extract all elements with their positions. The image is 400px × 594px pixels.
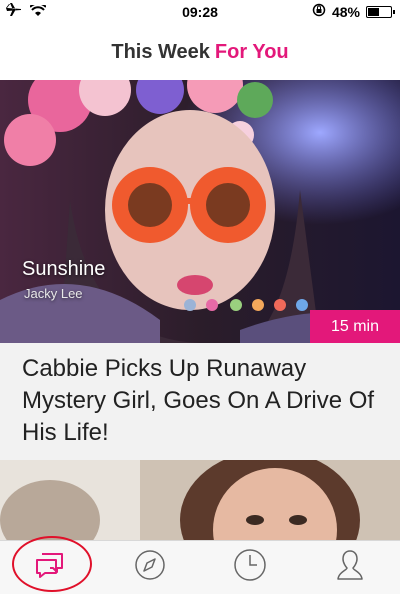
battery-percent: 48% (331, 3, 360, 20)
tab-explore[interactable] (122, 546, 178, 590)
story-headline[interactable]: Cabbie Picks Up Runaway Mystery Girl, Go… (0, 343, 400, 460)
story-author: Jacky Lee (24, 286, 83, 301)
highlight-ring (12, 536, 92, 592)
duration-badge: 15 min (310, 310, 400, 343)
compass-icon (134, 549, 166, 586)
next-story-image (0, 460, 400, 544)
tab-profile[interactable] (322, 546, 378, 590)
featured-story-card[interactable]: Sunshine Jacky Lee 15 min (0, 80, 400, 343)
battery-icon (366, 5, 395, 18)
page-title-accent: For You (214, 40, 289, 63)
story-title: Sunshine (22, 258, 106, 280)
status-bar: 09:28 48% (0, 0, 400, 24)
page-title: This Week For You (0, 24, 400, 80)
page-title-prefix: This Week (111, 40, 210, 63)
clock-icon (233, 548, 267, 587)
tab-history[interactable] (222, 546, 278, 590)
orientation-lock-icon (312, 3, 326, 20)
status-right: 48% (312, 3, 395, 20)
profile-icon (336, 548, 364, 587)
next-story-card[interactable] (0, 460, 400, 544)
featured-image (0, 80, 400, 343)
